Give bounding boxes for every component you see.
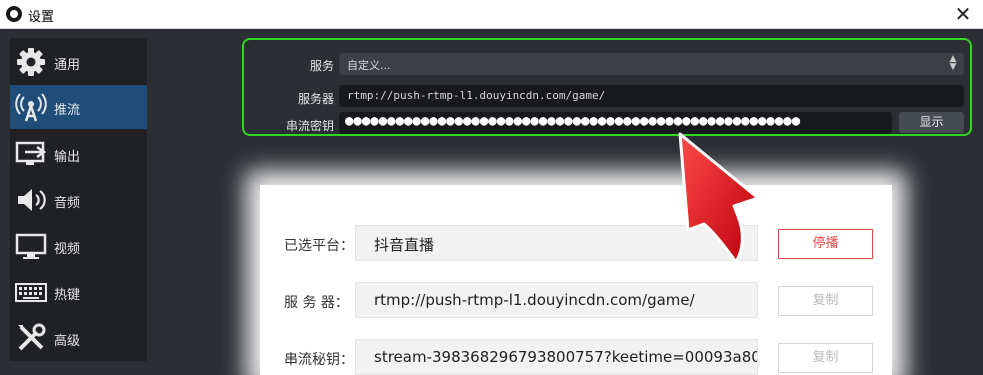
red-pointer-arrow-icon (678, 132, 760, 264)
server-input-value: rtmp://push-rtmp-l1.douyincdn.com/game/ (347, 89, 606, 102)
platform-info-panel: 已选平台： 抖音直播 停播 服 务 器： rtmp://push-rtmp-l1… (260, 185, 892, 375)
overlay-server-value: rtmp://push-rtmp-l1.douyincdn.com/game/ (355, 282, 758, 318)
obs-logo-icon (6, 6, 22, 22)
gear-icon (17, 48, 45, 76)
window-title: 设置 (28, 10, 55, 25)
overlay-key-value: stream-398368296793800757?keetime=00093a… (355, 339, 758, 375)
sidebar-item-output[interactable]: 输出 (10, 132, 147, 176)
service-select[interactable]: 自定义... ▲ ▼ (339, 53, 964, 75)
stop-stream-button[interactable]: 停播 (778, 229, 873, 259)
close-icon[interactable]: ✕ (943, 0, 983, 28)
service-label: 服务 (309, 59, 334, 73)
platform-label: 已选平台： (284, 238, 354, 254)
stream-key-input[interactable]: ●●●●●●●●●●●●●●●●●●●●●●●●●●●●●●●●●●●●●●●●… (339, 112, 892, 134)
stream-key-label: 串流密钥 (285, 119, 334, 133)
stream-settings-form: 服务 自定义... ▲ ▼ 服务器 rtmp://push-rtmp-l1.dou… (242, 38, 972, 136)
sidebar-item-label: 音频 (54, 196, 81, 211)
sidebar-item-label: 通用 (54, 58, 81, 73)
sidebar-item-label: 输出 (54, 150, 81, 165)
server-label: 服务器 (297, 92, 334, 106)
sidebar-item-stream[interactable]: 推流 (10, 85, 147, 129)
sidebar-item-general[interactable]: 通用 (10, 40, 147, 84)
speaker-icon (18, 189, 46, 211)
output-icon (15, 141, 47, 165)
overlay-server-label: 服 务 器： (284, 295, 349, 311)
chevron-updown-icon: ▲ ▼ (949, 54, 957, 72)
settings-sidebar: 通用 推流 输出 音频 视频 热键 高级 (10, 38, 147, 361)
service-select-value: 自定义... (347, 59, 391, 72)
title-bar: 设置 ✕ (0, 0, 983, 29)
sidebar-item-advanced[interactable]: 高级 (10, 316, 147, 360)
sidebar-item-label: 高级 (54, 334, 81, 349)
copy-key-button[interactable]: 复制 (778, 343, 873, 373)
tools-icon (18, 323, 46, 351)
copy-server-button[interactable]: 复制 (778, 286, 873, 316)
sidebar-item-label: 热键 (54, 288, 81, 303)
show-key-button[interactable]: 显示 (899, 112, 964, 133)
antenna-icon (15, 93, 47, 122)
sidebar-item-label: 推流 (54, 103, 81, 118)
sidebar-item-label: 视频 (54, 242, 81, 257)
stream-key-mask: ●●●●●●●●●●●●●●●●●●●●●●●●●●●●●●●●●●●●●●●●… (345, 115, 801, 128)
server-input[interactable]: rtmp://push-rtmp-l1.douyincdn.com/game/ (339, 85, 964, 107)
sidebar-item-audio[interactable]: 音频 (10, 178, 147, 222)
sidebar-item-video[interactable]: 视频 (10, 224, 147, 268)
sidebar-item-hotkeys[interactable]: 热键 (10, 270, 147, 314)
keyboard-icon (15, 283, 47, 302)
monitor-icon (15, 233, 47, 259)
overlay-key-label: 串流秘钥： (284, 352, 354, 368)
